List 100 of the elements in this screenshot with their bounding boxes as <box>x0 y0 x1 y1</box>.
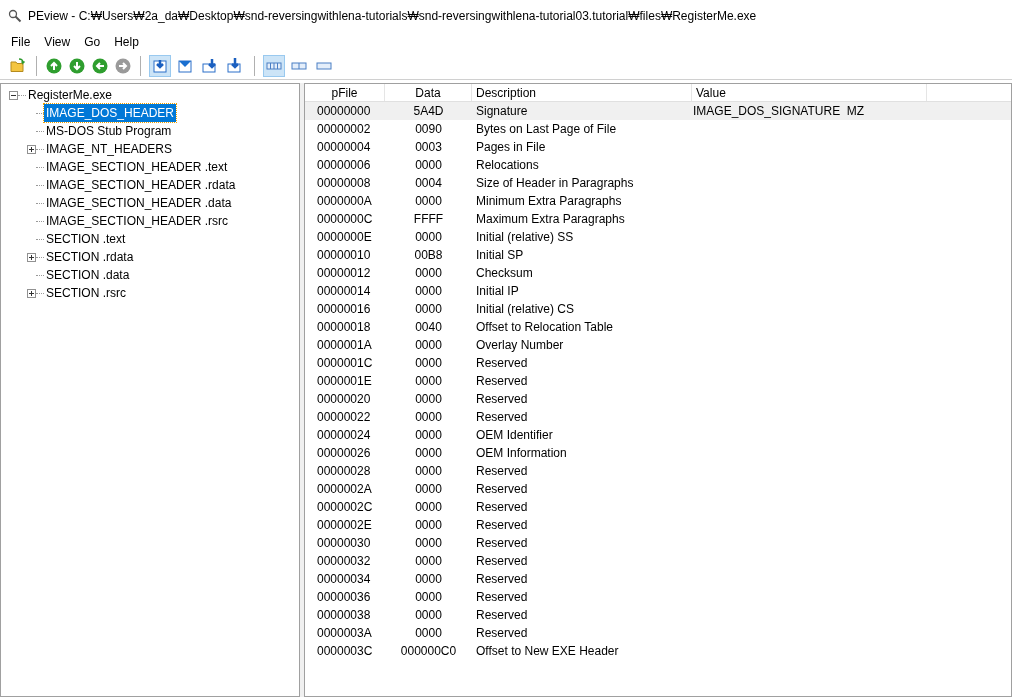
down-button[interactable] <box>68 56 86 75</box>
table-row[interactable]: 0000000A 0000 Minimum Extra Paragraphs <box>305 192 1011 210</box>
collapse-toggle[interactable] <box>9 90 18 100</box>
table-cell-text: IMAGE_DOS_SIGNATURE MZ <box>692 103 866 120</box>
tree-item[interactable]: RegisterMe.exe <box>26 86 115 104</box>
table-row[interactable]: 0000002A 0000 Reserved <box>305 480 1011 498</box>
table-cell-text: Reserved <box>475 571 529 588</box>
table-cell-text: 0003 <box>414 139 443 156</box>
table-cell-text: Initial (relative) CS <box>475 301 576 318</box>
table-cell-text: 0000 <box>414 337 443 354</box>
table-row[interactable]: 00000010 00B8 Initial SP <box>305 246 1011 264</box>
menu-item[interactable]: File <box>4 33 38 51</box>
table-cell-text: Initial IP <box>475 283 520 300</box>
table-row[interactable]: 00000038 0000 Reserved <box>305 606 1011 624</box>
table-cell-text: 0000000C <box>316 211 374 228</box>
back-button[interactable] <box>91 56 109 75</box>
tree-item[interactable]: IMAGE_SECTION_HEADER .rdata <box>44 176 238 194</box>
table-cell-text: 0000 <box>414 499 443 516</box>
table-cell-text: Reserved <box>475 517 529 534</box>
table-row[interactable]: 0000003A 0000 Reserved <box>305 624 1011 642</box>
table-cell-text: 00000000 <box>316 103 372 120</box>
table-cell-text: 000000C0 <box>399 643 458 660</box>
tree-item[interactable]: IMAGE_SECTION_HEADER .rsrc <box>44 212 231 230</box>
expand-toggle[interactable] <box>27 288 36 298</box>
table-cell-text: 0000 <box>414 571 443 588</box>
table-cell-text: 0000001E <box>316 373 373 390</box>
tree-item[interactable]: SECTION .rsrc <box>44 284 128 302</box>
table-row[interactable]: 00000020 0000 Reserved <box>305 390 1011 408</box>
table-row[interactable]: 00000000 5A4D Signature IMAGE_DOS_SIGNATURE MZ <box>305 102 1011 120</box>
column-header[interactable]: Description <box>472 84 692 101</box>
table-cell-text: 5A4D <box>412 103 445 120</box>
tree-item[interactable]: IMAGE_DOS_HEADER <box>44 104 177 122</box>
table-cell-text: Initial SP <box>475 247 525 264</box>
table-cell-text: 0000002A <box>316 481 373 498</box>
table-cell-text: OEM Information <box>475 445 568 462</box>
table-cell-text: 0000 <box>414 463 443 480</box>
view-toggle-button[interactable] <box>149 54 171 77</box>
expand-toggle[interactable] <box>27 252 36 262</box>
table-row[interactable]: 0000001A 0000 Overlay Number <box>305 336 1011 354</box>
table-row[interactable]: 00000022 0000 Reserved <box>305 408 1011 426</box>
view-toggle-button[interactable] <box>263 54 285 77</box>
table-cell-text: Reserved <box>475 391 529 408</box>
up-button[interactable] <box>45 56 63 75</box>
table-row[interactable]: 00000034 0000 Reserved <box>305 570 1011 588</box>
table-row[interactable]: 00000014 0000 Initial IP <box>305 282 1011 300</box>
table-row[interactable]: 00000036 0000 Reserved <box>305 588 1011 606</box>
table-cell-text: 0000 <box>414 157 443 174</box>
table-row[interactable]: 00000026 0000 OEM Information <box>305 444 1011 462</box>
table-cell-text: 0000000A <box>316 193 373 210</box>
menu-item[interactable]: Help <box>107 33 146 51</box>
table-row[interactable]: 00000006 0000 Relocations <box>305 156 1011 174</box>
table-cell-text: 0000 <box>414 409 443 426</box>
table-cell-text: 00000032 <box>316 553 372 570</box>
table-cell-text: Offset to Relocation Table <box>475 319 614 336</box>
table-cell-text: 00000018 <box>316 319 372 336</box>
tree-item[interactable]: SECTION .rdata <box>44 248 136 266</box>
tree-item[interactable]: IMAGE_SECTION_HEADER .data <box>44 194 234 212</box>
table-cell-text: 00000002 <box>316 121 372 138</box>
table-cell-text: 0040 <box>414 319 443 336</box>
menu-item[interactable]: Go <box>77 33 108 51</box>
table-cell-text: 0000 <box>414 427 443 444</box>
tree-item[interactable]: IMAGE_NT_HEADERS <box>44 140 175 158</box>
column-header[interactable]: pFile <box>305 84 385 101</box>
table-row[interactable]: 0000003C 000000C0 Offset to New EXE Header <box>305 642 1011 660</box>
column-header[interactable]: Value <box>692 84 927 101</box>
table-cell-text: Reserved <box>475 481 529 498</box>
column-header[interactable]: Data <box>385 84 472 101</box>
table-cell-text: 0000 <box>414 301 443 318</box>
table-cell-text: 00000014 <box>316 283 372 300</box>
tree-item[interactable]: IMAGE_SECTION_HEADER .text <box>44 158 230 176</box>
table-row[interactable]: 00000002 0090 Bytes on Last Page of File <box>305 120 1011 138</box>
table-row[interactable]: 00000008 0004 Size of Header in Paragraphs <box>305 174 1011 192</box>
table-row[interactable]: 0000001E 0000 Reserved <box>305 372 1011 390</box>
expand-toggle[interactable] <box>27 144 36 154</box>
table-cell-text: 0090 <box>414 121 443 138</box>
minus-icon <box>11 92 16 98</box>
table-row[interactable]: 00000004 0003 Pages in File <box>305 138 1011 156</box>
tree-item[interactable]: MS-DOS Stub Program <box>44 122 174 140</box>
table-row[interactable]: 00000024 0000 OEM Identifier <box>305 426 1011 444</box>
table-row[interactable]: 00000030 0000 Reserved <box>305 534 1011 552</box>
table-row[interactable]: 0000000C FFFF Maximum Extra Paragraphs <box>305 210 1011 228</box>
table-row[interactable]: 00000016 0000 Initial (relative) CS <box>305 300 1011 318</box>
table-cell-text: 00000034 <box>316 571 372 588</box>
table-cell-text: 0000 <box>414 553 443 570</box>
table-cell-text: 0000 <box>414 535 443 552</box>
table-row[interactable]: 00000028 0000 Reserved <box>305 462 1011 480</box>
table-cell-text: FFFF <box>412 211 445 228</box>
tree-item[interactable]: SECTION .text <box>44 230 128 248</box>
table-cell-text: 00000004 <box>316 139 372 156</box>
table-row[interactable]: 0000002C 0000 Reserved <box>305 498 1011 516</box>
table-row[interactable]: 00000018 0040 Offset to Relocation Table <box>305 318 1011 336</box>
table-row[interactable]: 00000032 0000 Reserved <box>305 552 1011 570</box>
table-cell-text: 00000006 <box>316 157 372 174</box>
table-row[interactable]: 0000000E 0000 Initial (relative) SS <box>305 228 1011 246</box>
table-row[interactable]: 0000001C 0000 Reserved <box>305 354 1011 372</box>
table-cell-text: 0000 <box>414 481 443 498</box>
menu-item[interactable]: View <box>37 33 78 51</box>
table-row[interactable]: 00000012 0000 Checksum <box>305 264 1011 282</box>
table-row[interactable]: 0000002E 0000 Reserved <box>305 516 1011 534</box>
tree-item[interactable]: SECTION .data <box>44 266 132 284</box>
